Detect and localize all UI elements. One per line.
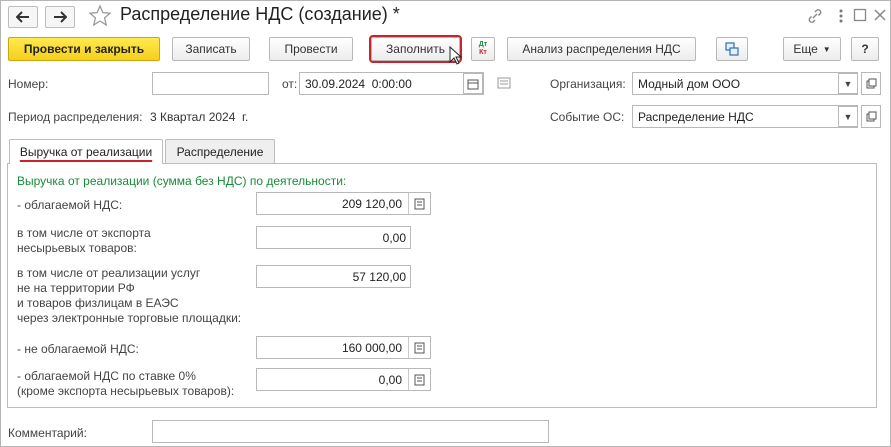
organization-label: Организация: [550, 77, 626, 91]
maximize-button[interactable] [853, 8, 867, 22]
close-button[interactable] [873, 8, 887, 22]
zero-rate-label-line-2: (кроме экспорта несырьевых товаров): [17, 384, 235, 398]
chevron-down-icon: ▼ [843, 78, 853, 89]
export-label-line-1: в том числе от экспорта [17, 226, 151, 240]
organization-dropdown-button[interactable]: ▼ [838, 73, 858, 94]
link-button[interactable] [806, 7, 824, 25]
chevron-down-icon: ▼ [822, 44, 831, 54]
export-value: 0,00 [382, 230, 406, 245]
nontaxable-field[interactable]: 160 000,00 [256, 336, 431, 359]
taxable-label: - облагаемой НДС: [17, 198, 123, 212]
fill-button[interactable]: Заполнить [369, 35, 462, 63]
more-menu-button[interactable]: Еще ▼ [783, 37, 841, 61]
dt-kt-button[interactable]: Дт Кт [471, 37, 495, 61]
calculator-icon[interactable] [408, 193, 430, 214]
forward-button[interactable] [45, 6, 75, 28]
document-structure-icon [725, 42, 739, 56]
link-icon [808, 9, 822, 23]
vertical-dots-icon [839, 9, 843, 23]
window-title: Распределение НДС (создание) * [120, 4, 400, 24]
tab-distribution[interactable]: Распределение [165, 139, 275, 163]
event-dropdown-button[interactable]: ▼ [838, 106, 858, 127]
event-field[interactable]: Распределение НДС [632, 105, 858, 128]
period-value: 3 Квартал 2024 г. [150, 110, 249, 124]
mouse-cursor [449, 45, 465, 66]
comment-field[interactable] [152, 420, 549, 443]
number-label: Номер: [8, 77, 49, 91]
taxable-field[interactable]: 209 120,00 [256, 192, 431, 215]
zero-rate-label: - облагаемой НДС по ставке 0% (кроме экс… [17, 369, 234, 399]
post-button[interactable]: Провести [269, 37, 353, 61]
revenue-section-title: Выручка от реализации (сумма без НДС) по… [17, 174, 347, 188]
event-label: Событие ОС: [550, 110, 625, 124]
taxable-value: 209 120,00 [341, 196, 402, 211]
tab-revenue[interactable]: Выручка от реализации [9, 139, 163, 164]
export-label: в том числе от экспорта несырьевых товар… [17, 226, 151, 256]
favorite-button[interactable] [88, 4, 112, 28]
save-button[interactable]: Записать [172, 37, 250, 61]
period-label: Период распределения: [8, 110, 143, 124]
export-field[interactable]: 0,00 [256, 226, 411, 249]
more-actions-button[interactable] [835, 7, 847, 25]
zero-rate-field[interactable]: 0,00 [256, 368, 431, 391]
more-menu-label: Еще [793, 42, 818, 56]
organization-field[interactable]: Модный дом ООО [632, 72, 858, 95]
nontaxable-label: - не облагаемой НДС: [17, 342, 139, 356]
dt-label: Дт [478, 41, 488, 48]
comment-label: Комментарий: [8, 426, 87, 440]
calculator-icon[interactable] [408, 369, 430, 390]
star-icon [88, 4, 112, 27]
arrow-left-icon [16, 11, 29, 23]
services-label-line-4: через электронные торговые площадки: [17, 311, 242, 325]
structure-button[interactable] [716, 37, 748, 61]
document-history-button[interactable] [497, 77, 511, 89]
open-window-icon [866, 78, 876, 89]
zero-rate-value: 0,00 [378, 372, 402, 387]
post-and-close-button[interactable]: Провести и закрыть [8, 37, 160, 61]
date-field[interactable]: 30.09.2024 0:00:00 [299, 72, 484, 95]
arrow-right-icon [54, 11, 67, 23]
number-field[interactable] [152, 72, 269, 95]
analysis-button[interactable]: Анализ распределения НДС [507, 37, 696, 61]
help-button[interactable]: ? [851, 37, 879, 61]
organization-value: Модный дом ООО [638, 76, 741, 91]
organization-open-button[interactable] [861, 72, 881, 95]
services-label-line-3: и товаров физлицам в ЕАЭС [17, 296, 179, 310]
tab-revenue-label: Выручка от реализации [19, 145, 153, 159]
zero-rate-label-line-1: - облагаемой НДС по ставке 0% [17, 369, 196, 383]
export-label-line-2: несырьевых товаров: [17, 241, 137, 255]
lines-icon [497, 77, 511, 89]
open-window-icon [866, 111, 876, 122]
services-label: в том числе от реализации услуг не на те… [17, 266, 241, 326]
nontaxable-value: 160 000,00 [341, 340, 402, 355]
calculator-icon[interactable] [408, 337, 430, 358]
close-icon [874, 9, 886, 21]
fill-button-label: Заполнить [386, 42, 445, 56]
from-label: от: [282, 77, 298, 91]
event-open-button[interactable] [861, 105, 881, 128]
date-value: 30.09.2024 0:00:00 [305, 76, 412, 91]
chevron-down-icon: ▼ [843, 111, 853, 122]
kt-label: Кт [479, 49, 487, 56]
services-label-line-2: не на территории РФ [17, 281, 135, 295]
tab-distribution-label: Распределение [176, 144, 264, 159]
event-value: Распределение НДС [638, 109, 754, 124]
services-label-line-1: в том числе от реализации услуг [17, 266, 201, 280]
maximize-icon [853, 8, 867, 22]
cursor-arrow-icon [449, 45, 463, 65]
services-field[interactable]: 57 120,00 [256, 265, 411, 288]
services-value: 57 120,00 [352, 269, 406, 284]
calendar-button[interactable] [463, 73, 483, 94]
back-button[interactable] [8, 6, 38, 28]
calendar-icon [467, 79, 479, 89]
